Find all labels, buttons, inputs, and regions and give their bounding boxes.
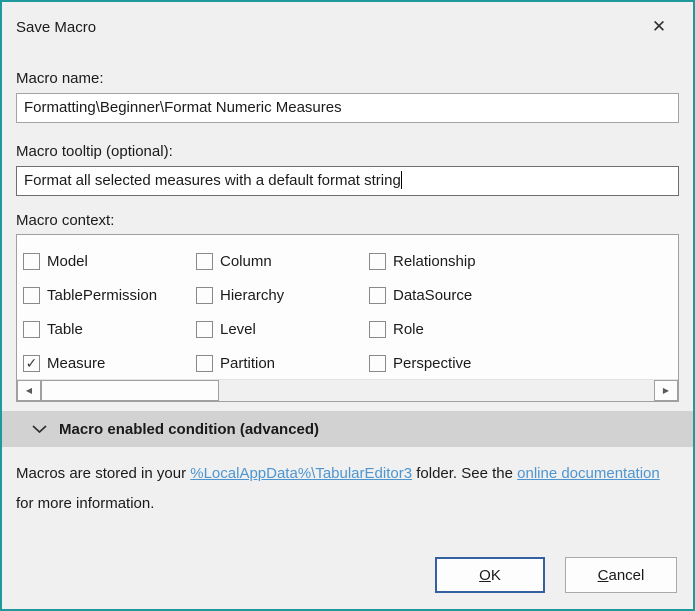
checkbox-unchecked-icon bbox=[23, 286, 40, 304]
context-grid: Model TablePermission Table ✓ Measure Column H… bbox=[17, 235, 678, 379]
checkbox-unchecked-icon bbox=[23, 320, 40, 338]
context-checkbox-tablepermission[interactable]: TablePermission bbox=[23, 278, 196, 312]
context-checkbox-measure[interactable]: ✓ Measure bbox=[23, 346, 196, 379]
context-checkbox-datasource[interactable]: DataSource bbox=[369, 278, 678, 312]
checkbox-label: Role bbox=[393, 320, 424, 338]
online-documentation-link[interactable]: online documentation bbox=[517, 465, 660, 482]
cancel-button-mnemonic: C bbox=[597, 566, 609, 584]
storage-info-text: Macros are stored in your %LocalAppData%… bbox=[16, 459, 679, 519]
checkbox-label: Table bbox=[47, 320, 83, 338]
checkbox-label: DataSource bbox=[393, 286, 473, 304]
checkbox-checked-icon: ✓ bbox=[23, 354, 40, 372]
checkbox-label: Relationship bbox=[393, 252, 476, 270]
checkbox-unchecked-icon bbox=[369, 252, 386, 270]
macro-tooltip-input[interactable]: Format all selected measures with a defa… bbox=[16, 166, 679, 196]
context-checkbox-level[interactable]: Level bbox=[196, 312, 369, 346]
checkbox-unchecked-icon bbox=[369, 286, 386, 304]
context-checkbox-perspective[interactable]: Perspective bbox=[369, 346, 678, 379]
ok-button[interactable]: OK bbox=[435, 557, 545, 593]
ok-button-rest: K bbox=[490, 566, 501, 584]
dialog-footer: OK Cancel bbox=[435, 557, 677, 593]
macro-context-label: Macro context: bbox=[16, 212, 115, 229]
info-text-before: Macros are stored in your bbox=[16, 465, 191, 482]
checkbox-unchecked-icon bbox=[369, 354, 386, 372]
advanced-section-header[interactable]: Macro enabled condition (advanced) bbox=[2, 411, 693, 447]
cancel-button[interactable]: Cancel bbox=[565, 557, 677, 593]
save-macro-dialog: Save Macro ✕ Macro name: Formatting\Begi… bbox=[0, 0, 695, 611]
checkbox-unchecked-icon bbox=[196, 252, 213, 270]
dialog-content: Macro name: Formatting\Beginner\Format N… bbox=[2, 70, 693, 519]
context-checkbox-hierarchy[interactable]: Hierarchy bbox=[196, 278, 369, 312]
appdata-folder-link[interactable]: %LocalAppData%\TabularEditor3 bbox=[190, 465, 412, 482]
text-caret bbox=[400, 171, 402, 189]
checkbox-unchecked-icon bbox=[23, 252, 40, 270]
context-checkbox-column[interactable]: Column bbox=[196, 244, 369, 278]
scroll-right-icon[interactable]: ▶ bbox=[654, 380, 678, 401]
checkbox-label: Partition bbox=[220, 354, 276, 372]
scroll-left-icon[interactable]: ◀ bbox=[17, 380, 41, 401]
title-bar: Save Macro ✕ bbox=[2, 2, 693, 52]
info-text-after: for more information. bbox=[16, 495, 155, 512]
info-text-middle: folder. See the bbox=[412, 465, 518, 482]
context-checkbox-table[interactable]: Table bbox=[23, 312, 196, 346]
close-icon[interactable]: ✕ bbox=[635, 3, 683, 51]
scrollbar-thumb[interactable] bbox=[41, 380, 219, 401]
checkbox-label: Hierarchy bbox=[220, 286, 285, 304]
checkbox-label: Model bbox=[47, 252, 88, 270]
chevron-down-icon bbox=[32, 425, 47, 434]
macro-tooltip-value: Format all selected measures with a defa… bbox=[24, 172, 401, 189]
horizontal-scrollbar[interactable]: ◀ ▶ bbox=[17, 379, 678, 401]
checkbox-unchecked-icon bbox=[369, 320, 386, 338]
macro-tooltip-label: Macro tooltip (optional): bbox=[16, 143, 173, 160]
checkbox-label: Perspective bbox=[393, 354, 472, 372]
checkbox-unchecked-icon bbox=[196, 354, 213, 372]
context-checkbox-relationship[interactable]: Relationship bbox=[369, 244, 678, 278]
context-checkbox-role[interactable]: Role bbox=[369, 312, 678, 346]
ok-button-mnemonic: O bbox=[479, 566, 491, 584]
macro-name-label: Macro name: bbox=[16, 70, 104, 87]
context-checkbox-model[interactable]: Model bbox=[23, 244, 196, 278]
checkbox-unchecked-icon bbox=[196, 320, 213, 338]
checkbox-label: Measure bbox=[47, 354, 106, 372]
cancel-button-rest: ancel bbox=[608, 566, 645, 584]
checkbox-label: Column bbox=[220, 252, 272, 270]
checkbox-label: Level bbox=[220, 320, 256, 338]
advanced-section-title: Macro enabled condition (advanced) bbox=[59, 420, 320, 438]
checkbox-unchecked-icon bbox=[196, 286, 213, 304]
macro-context-panel: Model TablePermission Table ✓ Measure Column H… bbox=[16, 234, 679, 402]
macro-name-input[interactable]: Formatting\Beginner\Format Numeric Measu… bbox=[16, 93, 679, 123]
window-title: Save Macro bbox=[16, 18, 97, 36]
context-checkbox-partition[interactable]: Partition bbox=[196, 346, 369, 379]
checkbox-label: TablePermission bbox=[47, 286, 158, 304]
